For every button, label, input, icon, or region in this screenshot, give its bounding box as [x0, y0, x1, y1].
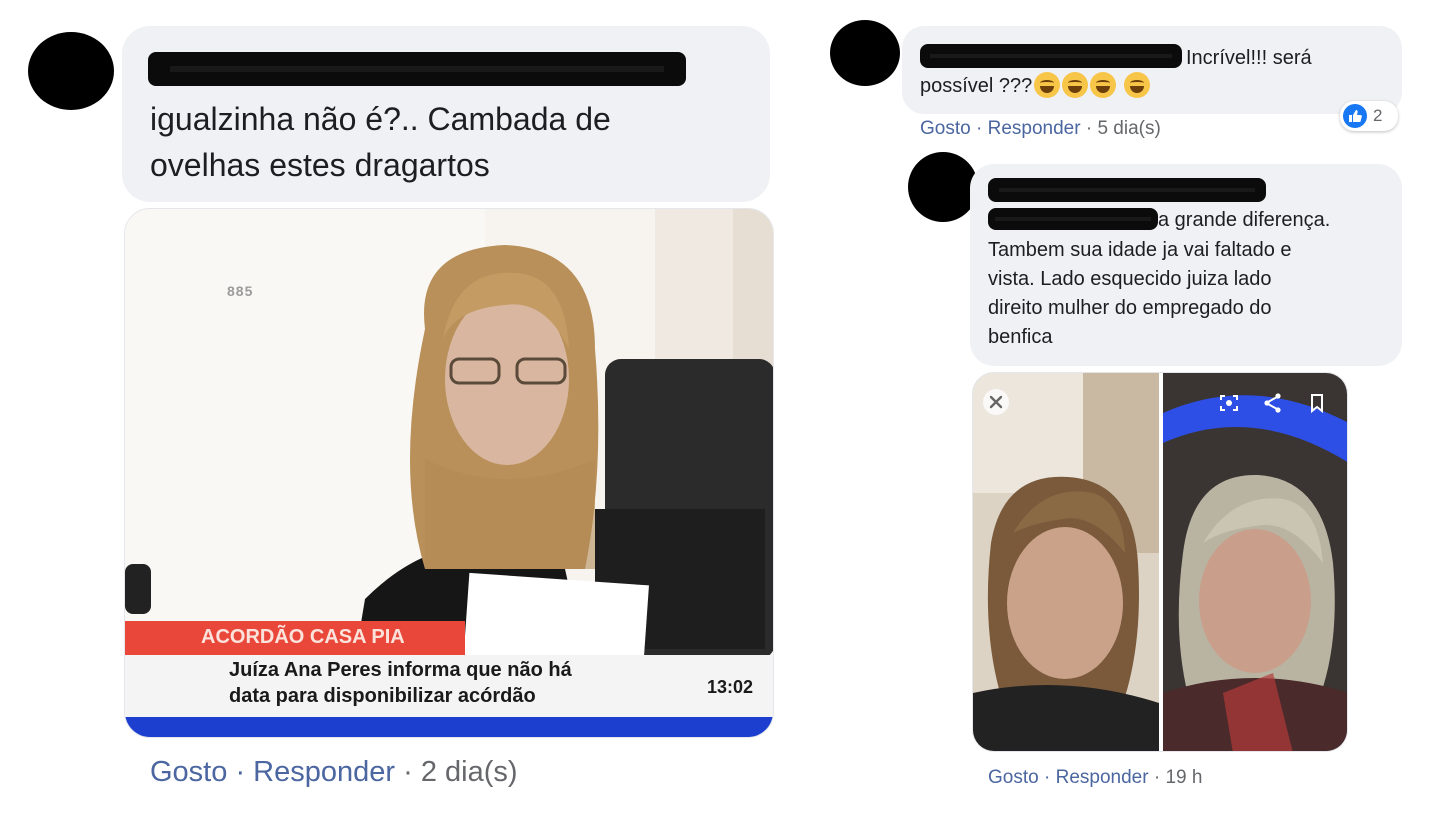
reaction-count-number: 2: [1373, 106, 1383, 125]
comment-text: direito mulher do empregado do: [988, 297, 1272, 319]
reply-link[interactable]: Responder: [253, 756, 395, 788]
comment-bubble: igualzinha não é?.. Cambada de ovelhas e…: [122, 26, 770, 202]
separator: ·: [403, 756, 413, 788]
separator: ·: [1153, 767, 1161, 788]
comment-text: vista. Lado esquecido juiza lado: [988, 268, 1272, 290]
clock: 13:02: [707, 677, 754, 697]
separator: ·: [1085, 118, 1093, 139]
comment-actions: Gosto · Responder · 5 dia(s): [920, 118, 1161, 140]
like-link[interactable]: Gosto: [920, 118, 971, 139]
redacted-author-name: [148, 52, 686, 86]
station-logo: 885: [227, 283, 254, 299]
avatar[interactable]: [908, 152, 978, 222]
separator: ·: [975, 118, 983, 139]
separator: ·: [1043, 767, 1051, 788]
close-icon[interactable]: [983, 389, 1009, 415]
comment-text: igualzinha não é?.. Cambada de ovelhas e…: [150, 101, 611, 183]
comment-text: Tambem sua idade ja vai faltado e: [988, 239, 1292, 261]
redacted-text: [988, 208, 1158, 230]
like-link[interactable]: Gosto: [150, 756, 227, 788]
comment-text: a grande diferença.: [1158, 209, 1331, 231]
share-icon[interactable]: [1261, 391, 1285, 415]
comment-bubble: Incrível!!! será possível ???: [902, 26, 1402, 114]
attached-image[interactable]: 885 ACORDÃO CASA PIA Juíza Ana Peres inf…: [124, 208, 774, 738]
timestamp[interactable]: 2 dia(s): [421, 756, 518, 788]
comparison-photo: [973, 373, 1347, 751]
caption-line: data para disponibilizar acórdão: [229, 685, 536, 707]
timestamp[interactable]: 19 h: [1165, 767, 1202, 788]
reply-link[interactable]: Responder: [988, 118, 1081, 139]
attached-image[interactable]: [972, 372, 1348, 752]
laughing-emoji-icon: [1090, 72, 1117, 98]
comment-actions: Gosto · Responder · 19 h: [988, 767, 1202, 789]
like-reaction-icon: [1343, 104, 1367, 128]
news-banner-bottom-bar: [125, 717, 773, 737]
avatar[interactable]: [28, 32, 114, 110]
comment-text-line2: possível ???: [920, 72, 1150, 100]
reply-link[interactable]: Responder: [1056, 767, 1149, 788]
news-banner-caption: Juíza Ana Peres informa que não há data …: [125, 655, 773, 717]
reaction-count[interactable]: 2: [1340, 101, 1398, 131]
redacted-author-name: [988, 178, 1266, 202]
laughing-emoji-icon: [1034, 72, 1061, 98]
bookmark-icon[interactable]: [1305, 391, 1329, 415]
comment-text: Incrível!!! será: [1186, 47, 1312, 69]
laughing-emoji-icon: [1123, 72, 1150, 98]
like-link[interactable]: Gosto: [988, 767, 1039, 788]
lens-icon[interactable]: [1217, 391, 1241, 415]
redacted-author-name: [920, 44, 1182, 68]
separator: ·: [235, 756, 246, 788]
comment-text: possível ???: [920, 75, 1033, 97]
timestamp[interactable]: 5 dia(s): [1097, 118, 1160, 139]
news-banner-title: ACORDÃO CASA PIA: [125, 621, 465, 655]
caption-line: Juíza Ana Peres informa que não há: [229, 659, 572, 681]
banner-title-text: ACORDÃO CASA PIA: [201, 626, 405, 648]
avatar[interactable]: [830, 20, 900, 86]
laughing-emoji-icon: [1062, 72, 1089, 98]
comment-bubble: a grande diferença. Tambem sua idade ja …: [970, 164, 1402, 366]
comment-actions: Gosto · Responder · 2 dia(s): [150, 756, 518, 789]
comment-text: benfica: [988, 326, 1053, 348]
